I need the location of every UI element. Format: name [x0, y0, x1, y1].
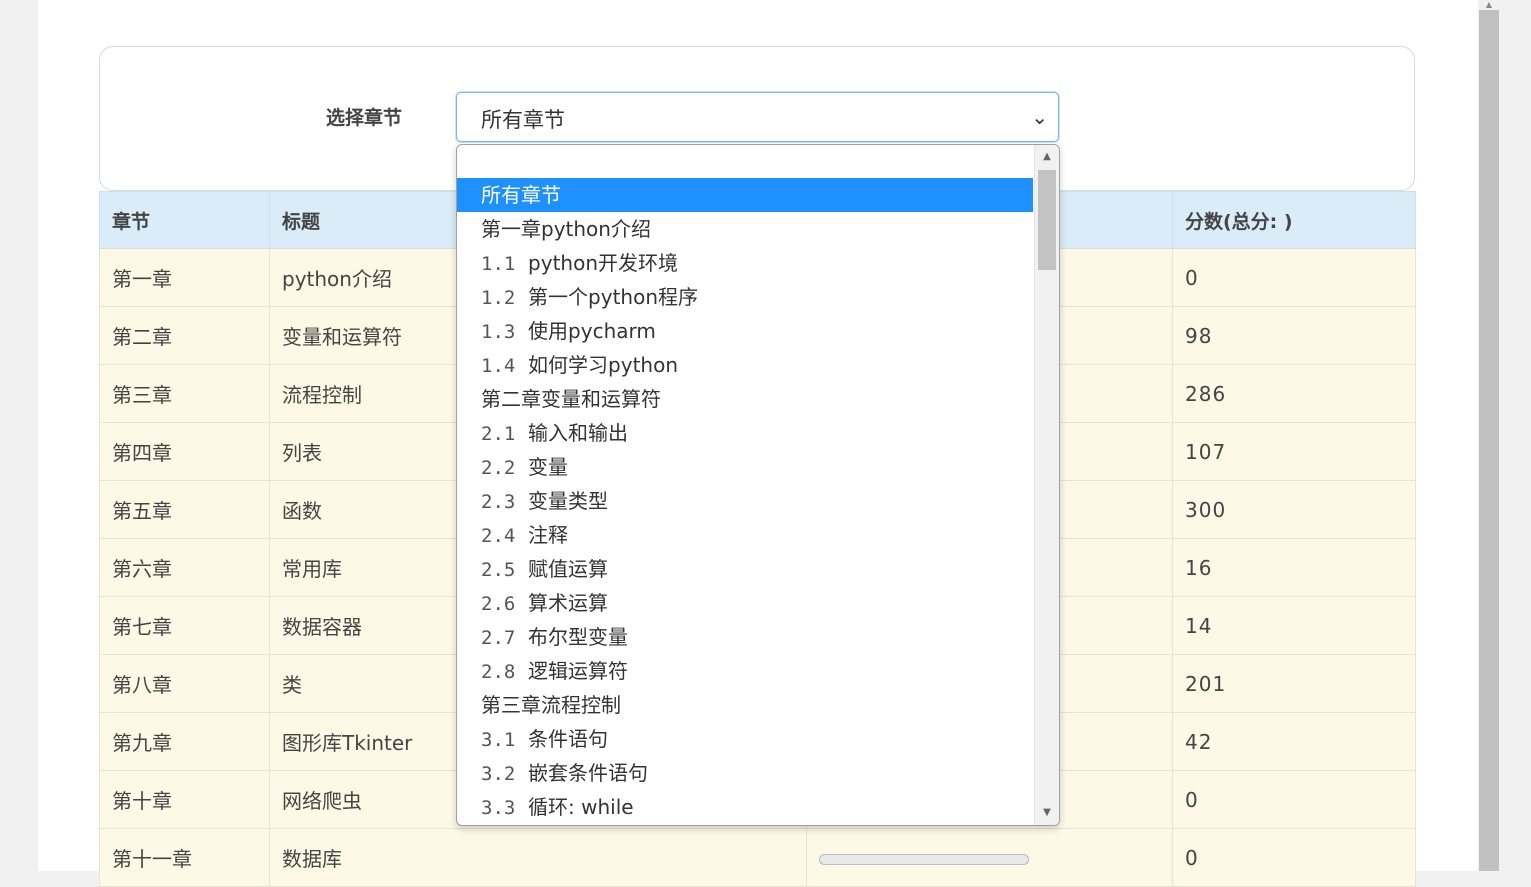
- chapter-cell: 第十章: [99, 770, 270, 829]
- option-number: 2.8: [481, 661, 516, 683]
- chapter-cell: 第四章: [99, 422, 270, 481]
- dropdown-option[interactable]: 2.4 注释: [457, 518, 1033, 552]
- score-cell: 0: [1172, 828, 1416, 887]
- score-cell: 42: [1172, 712, 1416, 771]
- option-text: python开发环境: [528, 251, 679, 275]
- header-score: 分数(总分: ): [1172, 191, 1416, 249]
- chapter-select-value: 所有章节: [481, 108, 565, 132]
- dropdown-option[interactable]: 1.1 python开发环境: [457, 246, 1033, 280]
- score-cell: 286: [1172, 364, 1416, 423]
- option-number: 1.2: [481, 287, 516, 309]
- dropdown-option[interactable]: 2.2 变量: [457, 450, 1033, 484]
- dropdown-option[interactable]: 第二章变量和运算符: [457, 382, 1033, 416]
- option-number: 1.1: [481, 253, 516, 275]
- progress-cell: [806, 828, 1173, 887]
- score-cell: 98: [1172, 306, 1416, 365]
- chapter-cell: 第九章: [99, 712, 270, 771]
- scroll-down-icon[interactable]: ▼: [1035, 803, 1059, 823]
- option-text: 所有章节: [481, 183, 561, 207]
- score-cell: 0: [1172, 770, 1416, 829]
- page-scroll-thumb[interactable]: [1479, 10, 1499, 871]
- chevron-down-icon: ⌄: [1031, 105, 1048, 129]
- option-text: 条件语句: [528, 727, 609, 751]
- chapter-cell: 第七章: [99, 596, 270, 655]
- option-text: 变量: [528, 455, 569, 479]
- option-text: 变量类型: [528, 489, 609, 513]
- option-number: 1.3: [481, 321, 516, 343]
- header-chapter: 章节: [99, 191, 270, 249]
- option-number: 2.3: [481, 491, 516, 513]
- dropdown-option[interactable]: 2.7 布尔型变量: [457, 620, 1033, 654]
- option-number: 2.7: [481, 627, 516, 649]
- option-text: 逻辑运算符: [528, 659, 629, 683]
- chapter-select-label: 选择章节: [326, 107, 403, 129]
- option-number: 3.2: [481, 763, 516, 785]
- score-cell: 16: [1172, 538, 1416, 597]
- table-row: 第十一章 数据库 0: [99, 828, 1416, 887]
- option-number: 3.3: [481, 797, 516, 819]
- chapter-cell: 第十一章: [99, 828, 270, 887]
- progress-bar: [819, 853, 1029, 865]
- page-scrollbar[interactable]: ▲: [1478, 0, 1500, 871]
- option-number: 3.1: [481, 729, 516, 751]
- option-number: 1.4: [481, 355, 516, 377]
- chapter-cell: 第二章: [99, 306, 270, 365]
- chapter-title-link[interactable]: 数据库: [269, 828, 807, 887]
- dropdown-option[interactable]: 3.1 条件语句: [457, 722, 1033, 756]
- option-number: 2.1: [481, 423, 516, 445]
- option-text: 输入和输出: [528, 421, 629, 445]
- dropdown-option[interactable]: 2.1 输入和输出: [457, 416, 1033, 450]
- option-text: 如何学习python: [528, 353, 679, 377]
- option-text: 循环: while: [528, 795, 634, 819]
- option-text: 第一个python程序: [528, 285, 699, 309]
- chapter-cell: 第六章: [99, 538, 270, 597]
- chapter-select[interactable]: 所有章节 ⌄: [456, 92, 1059, 142]
- dropdown-option[interactable]: 3.3 循环: while: [457, 790, 1033, 824]
- dropdown-option[interactable]: 第一章python介绍: [457, 212, 1033, 246]
- option-text: 第二章变量和运算符: [481, 387, 661, 411]
- dropdown-option[interactable]: 1.4 如何学习python: [457, 348, 1033, 382]
- dropdown-option[interactable]: 所有章节: [457, 178, 1033, 212]
- dropdown-option[interactable]: 1.3 使用pycharm: [457, 314, 1033, 348]
- option-text: 算术运算: [528, 591, 609, 615]
- score-cell: 0: [1172, 248, 1416, 307]
- scroll-up-icon[interactable]: ▲: [1035, 147, 1059, 167]
- option-number: 2.4: [481, 525, 516, 547]
- option-text: 布尔型变量: [528, 625, 629, 649]
- dropdown-option[interactable]: 3.2 嵌套条件语句: [457, 756, 1033, 790]
- option-text: 注释: [528, 523, 569, 547]
- chapter-cell: 第五章: [99, 480, 270, 539]
- chapter-cell: 第八章: [99, 654, 270, 713]
- option-text: 使用pycharm: [528, 319, 656, 343]
- score-cell: 14: [1172, 596, 1416, 655]
- option-text: 嵌套条件语句: [528, 761, 649, 785]
- option-text: 赋值运算: [528, 557, 609, 581]
- dropdown-scrollbar[interactable]: ▲ ▼: [1034, 145, 1059, 825]
- scroll-up-icon[interactable]: ▲: [1478, 0, 1500, 10]
- dropdown-option[interactable]: 1.2 第一个python程序: [457, 280, 1033, 314]
- option-text: 第三章流程控制: [481, 693, 621, 717]
- dropdown-options-list: 所有章节 第一章python介绍 1.1 python开发环境 1.2 第一个pyth…: [457, 145, 1033, 825]
- chapter-cell: 第三章: [99, 364, 270, 423]
- score-cell: 107: [1172, 422, 1416, 481]
- dropdown-option[interactable]: 2.6 算术运算: [457, 586, 1033, 620]
- dropdown-option[interactable]: 2.8 逻辑运算符: [457, 654, 1033, 688]
- score-cell: 300: [1172, 480, 1416, 539]
- dropdown-option[interactable]: 2.5 赋值运算: [457, 552, 1033, 586]
- chapter-select-dropdown[interactable]: 所有章节 第一章python介绍 1.1 python开发环境 1.2 第一个pyth…: [456, 144, 1060, 826]
- dropdown-option[interactable]: 2.3 变量类型: [457, 484, 1033, 518]
- option-number: 2.6: [481, 593, 516, 615]
- option-number: 2.5: [481, 559, 516, 581]
- option-text: 第一章python介绍: [481, 217, 651, 241]
- option-number: 2.2: [481, 457, 516, 479]
- chapter-cell: 第一章: [99, 248, 270, 307]
- dropdown-option[interactable]: 第三章流程控制: [457, 688, 1033, 722]
- dropdown-scroll-thumb[interactable]: [1038, 170, 1056, 270]
- score-cell: 201: [1172, 654, 1416, 713]
